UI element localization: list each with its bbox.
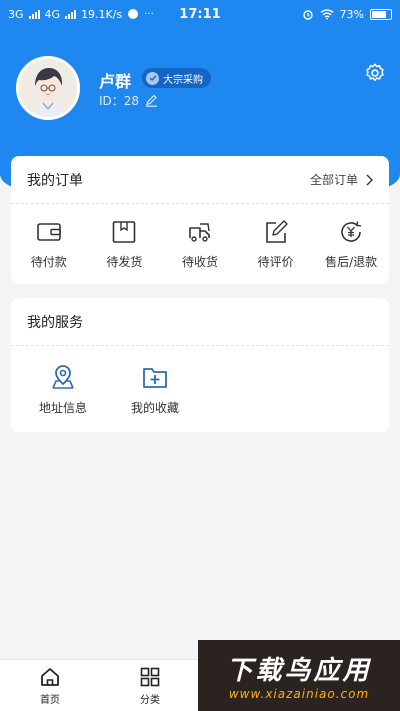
- site-watermark: 下载鸟应用 www.xiazainiao.com: [198, 640, 400, 711]
- tab-category[interactable]: 分类: [100, 660, 200, 711]
- battery-icon: [370, 8, 392, 20]
- badge-label: 大宗采购: [163, 74, 203, 86]
- location-icon: [52, 364, 74, 389]
- order-pending-review[interactable]: 待评价: [238, 204, 314, 284]
- services-card: 我的服务 地址信息 我的收藏: [11, 298, 389, 432]
- service-favorites[interactable]: 我的收藏: [109, 346, 201, 432]
- orders-card-header: 我的订单 全部订单: [11, 156, 389, 204]
- avatar-illustration: [19, 59, 77, 117]
- orders-card: 我的订单 全部订单 待付款 待发货 待收货 待评价 售后/退款: [11, 156, 389, 284]
- user-id: ID：28: [99, 92, 158, 109]
- battery-percent: 73%: [339, 7, 364, 21]
- orders-title: 我的订单: [27, 172, 83, 189]
- tab-home[interactable]: 首页: [0, 660, 100, 711]
- home-icon: [41, 667, 59, 686]
- username: 卢群: [99, 72, 132, 91]
- service-label: 地址信息: [38, 400, 87, 415]
- network-speed: 19.1K/s: [81, 7, 123, 21]
- member-badge: 大宗采购: [142, 68, 211, 88]
- edit-profile-icon[interactable]: [145, 94, 158, 107]
- services-title: 我的服务: [27, 314, 83, 331]
- wallet-icon: [36, 222, 61, 241]
- refund-icon: [341, 220, 362, 242]
- order-label: 售后/退款: [325, 254, 378, 269]
- user-id-text: ID：28: [99, 94, 140, 108]
- services-card-header: 我的服务: [11, 298, 389, 346]
- service-address[interactable]: 地址信息: [17, 346, 109, 432]
- badge-icon: [146, 71, 159, 85]
- all-orders-label: 全部订单: [309, 173, 358, 187]
- status-left: 3G 4G 19.1K/s ···: [8, 8, 302, 21]
- alarm-icon: [302, 10, 313, 20]
- status-bar: 3G 4G 19.1K/s ··· 17:11 73%: [0, 0, 400, 28]
- settings-gear-icon[interactable]: [364, 62, 386, 84]
- status-right: 73%: [302, 8, 392, 21]
- network-type-2: 4G: [44, 7, 61, 21]
- avatar[interactable]: [16, 56, 80, 120]
- tab-label: 首页: [40, 694, 60, 706]
- watermark-title: 下载鸟应用: [226, 656, 372, 686]
- signal-icon: [28, 9, 40, 19]
- order-pending-receipt[interactable]: 待收货: [162, 204, 238, 284]
- service-row: 地址信息 我的收藏: [11, 346, 389, 432]
- order-pending-shipment[interactable]: 待发货: [87, 204, 163, 284]
- chat-icon: [128, 9, 139, 19]
- more-dots-icon: ···: [144, 8, 154, 20]
- truck-icon: [189, 222, 210, 242]
- grid-icon: [140, 667, 160, 686]
- watermark-url: www.xiazainiao.com: [228, 687, 370, 701]
- order-label: 待收货: [181, 254, 218, 269]
- signal-icon-2: [65, 9, 77, 19]
- order-label: 待付款: [30, 254, 67, 269]
- order-label: 待评价: [257, 254, 294, 269]
- chevron-right-icon: [366, 174, 373, 185]
- edit-icon: [265, 219, 288, 243]
- service-label: 我的收藏: [130, 400, 179, 415]
- tab-label: 分类: [140, 694, 160, 706]
- package-icon: [113, 220, 136, 243]
- order-after-sales-refund[interactable]: 售后/退款: [313, 204, 389, 284]
- order-label: 待发货: [106, 254, 143, 269]
- all-orders-link[interactable]: 全部订单: [310, 171, 373, 188]
- wifi-icon: [320, 9, 334, 20]
- order-status-row: 待付款 待发货 待收货 待评价 售后/退款: [11, 204, 389, 284]
- network-type-1: 3G: [8, 7, 24, 21]
- folder-add-icon: [143, 367, 167, 388]
- order-pending-payment[interactable]: 待付款: [11, 204, 87, 284]
